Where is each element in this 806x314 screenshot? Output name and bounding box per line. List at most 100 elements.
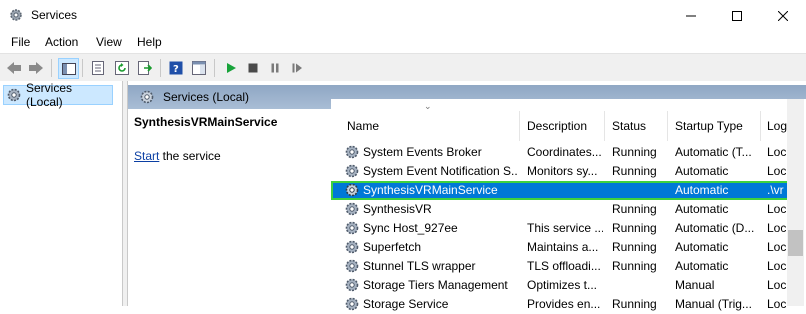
table-row[interactable]: System Event Notification S... Monitors … [331,162,803,181]
console-tree-pane: Services (Local) [0,81,123,306]
gear-icon [345,240,359,254]
toolbar: ? [0,53,806,82]
help-icon: ? [169,61,183,75]
forward-icon [29,62,43,74]
service-name: System Events Broker [363,145,482,159]
stop-service-icon [248,63,258,73]
maximize-button[interactable] [714,0,760,31]
toolbar-separator [160,59,161,77]
title-bar: Services [0,0,806,31]
console-tree-button[interactable] [58,58,79,79]
service-startup-type: Automatic [675,183,729,197]
service-description: TLS offloadi... [527,259,601,273]
menu-help[interactable]: Help [137,35,162,49]
services-list: ⌄ Name Description Status Startup Type L… [331,99,806,311]
table-row[interactable]: Superfetch Maintains a... Running Automa… [331,238,803,257]
column-header-log-on-as[interactable]: Log [767,111,787,141]
service-name: Storage Tiers Management [363,278,508,292]
back-button[interactable] [4,58,24,78]
service-description: Coordinates... [527,145,602,159]
table-row[interactable]: Sync Host_927ee This service ... Running… [331,219,803,238]
refresh-icon [115,61,129,75]
scrollbar-thumb[interactable] [788,230,803,256]
console-tree-icon [61,62,76,75]
service-description: Monitors sy... [527,164,598,178]
restart-service-button[interactable] [287,58,307,78]
service-name: Superfetch [363,240,422,254]
export-list-button[interactable] [135,58,155,78]
menu-action[interactable]: Action [45,35,78,49]
table-row[interactable]: Storage Service Provides en... Running M… [331,295,803,314]
close-icon [778,10,788,21]
table-row[interactable]: Storage Tiers Management Optimizes t... … [331,276,803,295]
properties-button[interactable] [88,58,108,78]
gear-icon [345,202,359,216]
service-startup-type: Manual (Trig... [675,297,752,311]
close-button[interactable] [760,0,806,31]
back-icon [7,62,21,74]
menu-view[interactable]: View [96,35,122,49]
service-name: SynthesisVR [363,202,432,216]
service-description: Optimizes t... [527,278,598,292]
toolbar-separator [51,59,52,77]
minimize-icon [686,15,696,16]
pause-service-icon [271,63,279,73]
column-header-status[interactable]: Status [612,111,646,141]
start-service-suffix: the service [159,149,221,163]
menu-bar: File Action View Help [0,31,806,53]
table-row[interactable]: Stunnel TLS wrapper TLS offloadi... Runn… [331,257,803,276]
column-header-startup-type[interactable]: Startup Type [675,111,743,141]
service-name: System Event Notification S... [363,164,517,178]
gear-icon [345,183,359,197]
gear-icon [140,90,154,104]
services-pane: Services (Local) SynthesisVRMainService … [127,81,806,311]
service-startup-type: Automatic [675,202,729,216]
toolbar-separator [214,59,215,77]
column-separator[interactable] [760,111,761,141]
show-hide-icon [192,61,206,75]
gear-icon [7,88,21,102]
service-status: Running [612,297,657,311]
tree-item-services-local[interactable]: Services (Local) [3,81,113,109]
properties-icon [92,61,104,75]
table-row[interactable]: System Events Broker Coordinates... Runn… [331,143,803,162]
start-service-button[interactable] [221,58,241,78]
service-status: Running [612,145,657,159]
minimize-button[interactable] [668,0,714,31]
gear-icon [345,145,359,159]
forward-button[interactable] [26,58,46,78]
stop-service-button[interactable] [243,58,263,78]
refresh-button[interactable] [112,58,132,78]
service-startup-type: Automatic [675,259,729,273]
start-service-link[interactable]: Start [134,149,159,163]
window-title: Services [31,8,78,22]
service-name: SynthesisVRMainService [363,183,498,197]
service-name: Stunnel TLS wrapper [363,259,476,273]
service-startup-type: Manual [675,278,715,292]
menu-file[interactable]: File [11,35,30,49]
gear-icon [345,297,359,311]
column-separator[interactable] [667,111,668,141]
service-name: Sync Host_927ee [363,221,458,235]
service-description: Provides en... [527,297,601,311]
service-description: This service ... [527,221,603,235]
gear-icon [345,278,359,292]
service-status: Running [612,240,657,254]
service-status: Running [612,259,657,273]
help-button[interactable]: ? [166,58,186,78]
service-status: Running [612,221,657,235]
sort-arrow-icon: ⌄ [424,101,432,111]
tree-item-label: Services (Local) [26,81,73,109]
column-header-description[interactable]: Description [527,111,587,141]
gear-icon [345,221,359,235]
vertical-scrollbar[interactable] [787,99,804,306]
table-row[interactable]: SynthesisVR Running Automatic Loc [331,200,803,219]
selected-service-title: SynthesisVRMainService [134,115,278,129]
pause-service-button[interactable] [265,58,285,78]
service-name: Storage Service [363,297,449,311]
table-row-selected[interactable]: SynthesisVRMainService Automatic .\vr [331,181,803,200]
column-separator[interactable] [604,111,605,141]
show-hide-button[interactable] [189,58,209,78]
column-separator[interactable] [519,111,520,141]
column-header-name[interactable]: Name [347,111,379,141]
